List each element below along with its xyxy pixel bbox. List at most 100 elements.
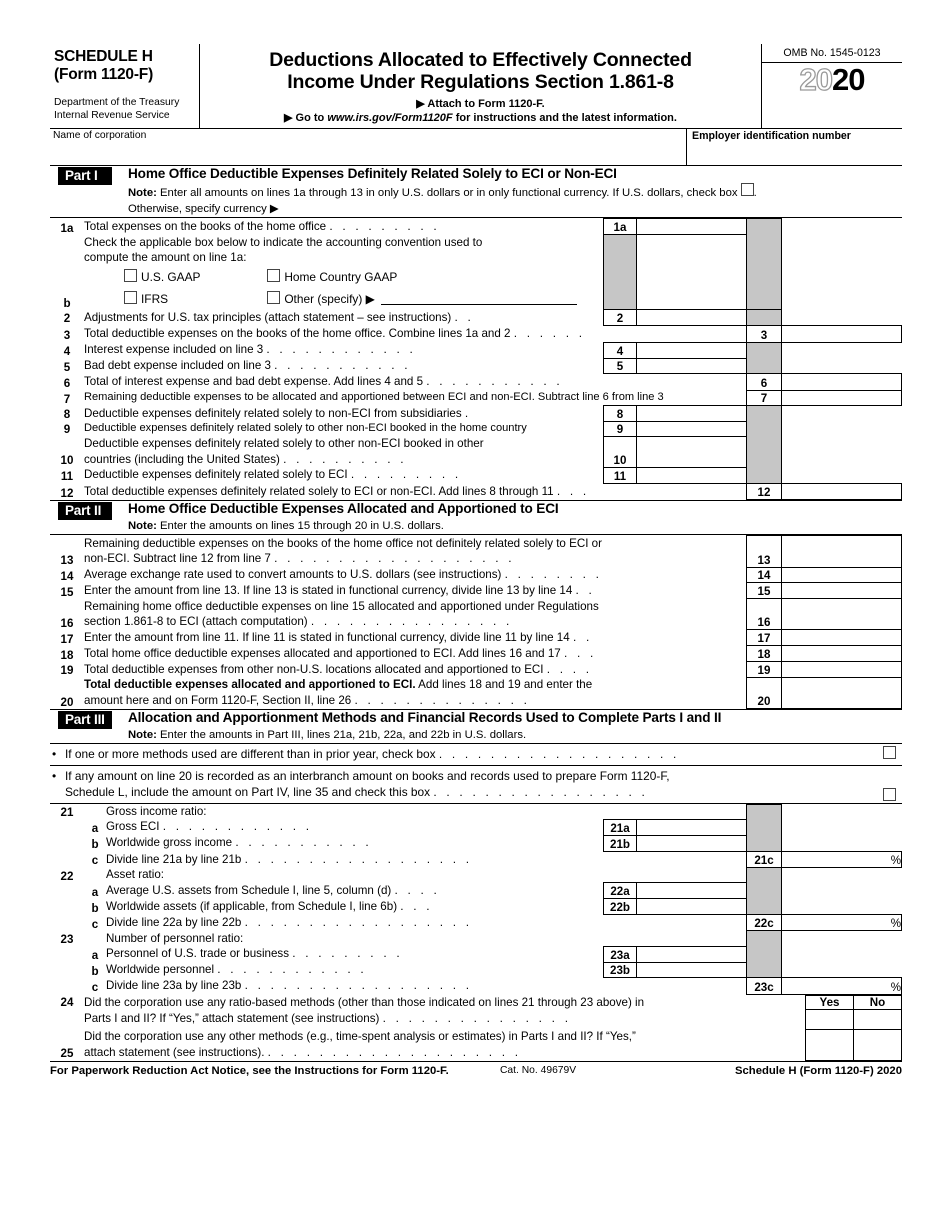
form-footer-identifier: Schedule H (Form 1120-F) 2020 <box>734 1064 902 1077</box>
line-22b-letter: b <box>91 901 99 915</box>
line-21a-blank <box>50 819 84 835</box>
line-21-label: Gross income ratio: <box>106 805 207 819</box>
line-21c-label: Divide line 21a by line 21b . . . . . . … <box>106 851 747 867</box>
home-country-gaap-option[interactable]: Home Country GAAP <box>267 268 398 284</box>
tax-year-ghost: 20 <box>799 62 834 97</box>
line-13-amount[interactable] <box>781 535 902 568</box>
line-21c-amount[interactable]: % <box>781 850 902 868</box>
line-17-label: Enter the amount from line 11. If line 1… <box>84 630 747 646</box>
home-country-gaap-checkbox[interactable] <box>267 268 281 282</box>
line-2-amount[interactable] <box>636 309 747 326</box>
line-22-amtA-blank <box>637 867 747 882</box>
line-21a-amount[interactable] <box>636 818 747 836</box>
part-1-table: 1a Total expenses on the books of the ho… <box>50 218 902 501</box>
line-12-amount[interactable] <box>781 482 902 501</box>
tax-year: 2020 <box>799 62 866 97</box>
line-6-text: Total of interest expense and bad debt e… <box>84 375 424 389</box>
question-25-row: 25 Did the corporation use any other met… <box>50 1028 902 1061</box>
form-footer: For Paperwork Reduction Act Notice, see … <box>50 1060 902 1077</box>
line-22-label: Asset ratio: <box>106 868 164 882</box>
bullet-2-line-1: If any amount on line 20 is recorded as … <box>65 769 670 784</box>
part-3-questions-table: 24 Did the corporation use any ratio-bas… <box>50 994 902 1061</box>
line-22a-amount[interactable] <box>636 882 747 900</box>
other-specify-input[interactable] <box>380 292 577 305</box>
line-8-row: 8 Deductible expenses definitely related… <box>50 405 902 484</box>
line-1a-row: 1a Total expenses on the books of the ho… <box>50 218 902 310</box>
other-option[interactable]: Other (specify) ▶ <box>267 290 375 306</box>
line-21b-amount[interactable] <box>636 834 747 852</box>
line-10-amount[interactable] <box>636 435 747 468</box>
line-6-amount[interactable] <box>781 373 902 391</box>
question-25-yes-cell[interactable] <box>805 1028 854 1061</box>
line-3-amount[interactable] <box>781 324 902 343</box>
line-22c-percent-sign: % <box>890 917 901 931</box>
line-20-text-1: Total deductible expenses allocated and … <box>84 677 746 692</box>
line-23c-amount[interactable]: % <box>781 977 902 995</box>
department-line-2: Internal Revenue Service <box>54 109 170 121</box>
ein-field[interactable]: Employer identification number <box>687 129 902 165</box>
ifrs-checkbox[interactable] <box>124 290 137 304</box>
question-24-no-cell[interactable] <box>853 1008 902 1030</box>
line-9-amount[interactable] <box>636 420 747 437</box>
line-23b-text: Worldwide personnel <box>106 963 215 977</box>
line-18-amount[interactable] <box>781 645 902 663</box>
line-23b-box-number: 23b <box>603 961 637 979</box>
line-21-number: 21 <box>60 806 74 820</box>
line-17-amount[interactable] <box>781 629 902 647</box>
line-1b-amount[interactable] <box>636 234 747 311</box>
question-24-dots: . . . . . . . . . . . . . . . <box>382 1010 572 1025</box>
question-25-no-cell[interactable] <box>853 1028 902 1061</box>
name-of-corporation-field[interactable]: Name of corporation <box>50 128 687 165</box>
line-22c-amount[interactable]: % <box>781 913 902 932</box>
line-12-number: 12 <box>60 486 74 500</box>
goto-instruction: ▶ Go to www.irs.gov/Form1120F for instru… <box>204 112 757 126</box>
part-3-text: Allocation and Apportionment Methods and… <box>128 710 902 742</box>
line-20-row: 20 Total deductible expenses allocated a… <box>50 676 902 710</box>
line-5-amount[interactable] <box>636 357 747 375</box>
line-2-row: 2 Adjustments for U.S. tax principles (a… <box>50 309 902 326</box>
line-1a-amount[interactable] <box>636 218 747 236</box>
line-22b-amount[interactable] <box>636 898 747 915</box>
part-2-table: 13 Remaining deductible expenses on the … <box>50 535 902 710</box>
line-7-amount[interactable] <box>781 389 902 407</box>
line-22c-text: Divide line 22a by line 22b <box>106 916 242 929</box>
us-gaap-checkbox[interactable] <box>124 268 137 282</box>
schedule-line-2: (Form 1120-F) <box>54 66 154 84</box>
header-schedule-block: SCHEDULE H (Form 1120-F) Department of t… <box>50 44 200 128</box>
line-15-row: 15 Enter the amount from line 13. If lin… <box>50 582 902 600</box>
home-country-gaap-label: Home Country GAAP <box>284 269 398 284</box>
line-4-number: 4 <box>63 345 71 359</box>
line-15-amount[interactable] <box>781 582 902 600</box>
line-8-amount[interactable] <box>636 405 747 422</box>
line-23-amtA-blank <box>637 931 747 946</box>
line-20-amount[interactable] <box>781 676 902 710</box>
line-23a-amount[interactable] <box>636 945 747 963</box>
part-2-note: Note: Enter the amounts on lines 15 thro… <box>128 519 902 534</box>
line-14-amount[interactable] <box>781 566 902 584</box>
line-11-amount[interactable] <box>636 466 747 484</box>
question-24-yes-cell[interactable] <box>805 1008 854 1030</box>
currency-usd-checkbox[interactable] <box>740 183 754 197</box>
line-16-amount[interactable] <box>781 598 902 631</box>
irs-url[interactable]: www.irs.gov/Form1120F <box>327 112 452 124</box>
goto-suffix: for instructions and the latest informat… <box>452 111 677 124</box>
other-checkbox[interactable] <box>267 290 281 304</box>
part-2-heading: Home Office Deductible Expenses Allocate… <box>128 501 559 517</box>
line-4-amount[interactable] <box>636 341 747 359</box>
line-4-outer-blank <box>782 342 902 374</box>
line-23a-text: Personnel of U.S. trade or business <box>106 947 290 961</box>
line-17-number: 17 <box>60 632 74 646</box>
line-22-numA-blank <box>604 867 637 882</box>
prior-year-methods-checkbox[interactable] <box>882 746 896 760</box>
line-1b-text-1: Check the applicable box below to indica… <box>84 235 483 249</box>
part-1-note-text: Enter all amounts on lines 1a through 13… <box>156 187 741 200</box>
ifrs-option[interactable]: IFRS <box>124 288 264 310</box>
part-2-banner: Part II Home Office Deductible Expenses … <box>50 500 902 536</box>
line-23b-amount[interactable] <box>636 961 747 979</box>
line-1a-label: Total expenses on the books of the home … <box>84 219 604 235</box>
line-6-label: Total of interest expense and bad debt e… <box>84 374 747 390</box>
interbranch-amount-checkbox[interactable] <box>882 787 896 801</box>
line-19-amount[interactable] <box>781 661 902 678</box>
us-gaap-option[interactable]: U.S. GAAP <box>124 266 264 288</box>
line-21c-text: Divide line 21a by line 21b <box>106 852 242 866</box>
